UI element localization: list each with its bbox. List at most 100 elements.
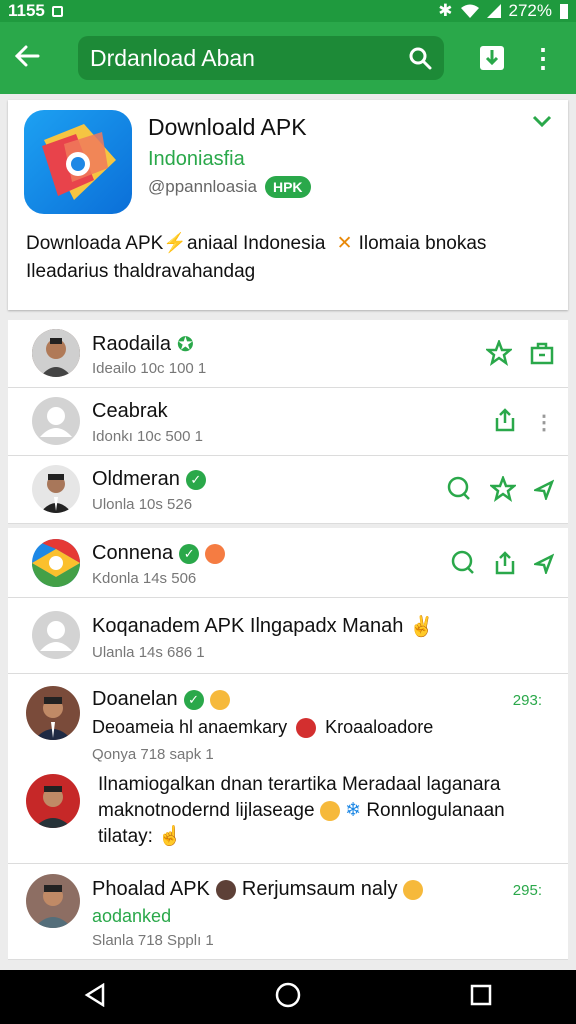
user-meta: Kdonla 14s 506: [92, 570, 197, 587]
app-developer: @ppannloasia HPK: [148, 176, 311, 198]
avatar: [32, 465, 80, 513]
share-icon[interactable]: [494, 408, 516, 437]
smile-emoji-icon: [205, 543, 226, 564]
hand-emoji-icon: ✌: [409, 616, 435, 638]
row-actions: [446, 474, 555, 507]
back-nav-icon[interactable]: [84, 982, 106, 1012]
desc-part-3: Ilomaia bnokas: [358, 233, 487, 254]
list-item[interactable]: Connena ✓ Kdonla 14s 506: [8, 528, 568, 598]
user-meta: Idonkı 10c 500 1: [92, 428, 203, 445]
surprised-emoji-icon: [215, 879, 236, 900]
comment-count: 295:: [512, 882, 542, 899]
app-title: Downloald APK: [148, 114, 307, 140]
verified-badge-icon: ✓: [183, 689, 204, 710]
comment-author: Phoalad APK Rerjumsaum naly: [92, 878, 424, 901]
avatar: [32, 611, 80, 659]
star-icon[interactable]: [484, 338, 514, 371]
list-item[interactable]: Koqanadem APK Ilngapadx Manah ✌ Ulanla 1…: [8, 598, 568, 674]
list-item[interactable]: Ceabrak Idonkı 10c 500 1 ⋮: [8, 388, 568, 456]
more-vert-icon[interactable]: ⋮: [534, 410, 554, 435]
verified-badge-icon: ✓: [179, 543, 200, 564]
avatar: [32, 329, 80, 377]
comment-body-line-3: tilatay:: [98, 826, 153, 847]
comment-meta: Slanla 718 Spplı 1: [92, 932, 214, 949]
avatar: [26, 774, 80, 828]
comment-body-line-2: maknotnodernd lijlaseage: [98, 800, 315, 821]
sparkle-icon: ⚡: [163, 233, 187, 254]
user-name-text: Ceabrak: [92, 400, 168, 422]
app-header-card: Downloald APK Indoniasfia @ppannloasia H…: [8, 100, 568, 310]
chevron-down-icon[interactable]: [532, 114, 552, 132]
back-arrow-icon[interactable]: [14, 41, 58, 75]
user-list: Raodaila ✪ Ideailo 10c 100 1 Ceabrak Ido…: [0, 320, 576, 960]
user-name: Koqanadem APK Ilngapadx Manah ✌: [92, 614, 434, 639]
app-badge: HPK: [264, 176, 311, 198]
hand-emoji-icon: ☝: [158, 826, 182, 847]
comment-line: Deoameia hl anaemkary Kroaaloadore: [92, 714, 548, 740]
user-name-text: Oldmeran: [92, 468, 180, 490]
user-meta: Ulonla 10s 526: [92, 496, 193, 513]
battery-icon: [560, 4, 568, 19]
verified-badge-icon: ✓: [185, 469, 206, 490]
search-input[interactable]: Drdanload Aban: [90, 45, 408, 72]
app-description: Downloada APK⚡aniaal Indonesia ✕ Ilomaia …: [26, 230, 552, 286]
more-vert-icon[interactable]: ⋮: [530, 45, 556, 71]
desc-part-2: aniaal Indonesia: [187, 233, 326, 254]
wifi-icon: [460, 4, 479, 18]
row-actions: ⋮: [494, 408, 554, 437]
row-actions: [450, 550, 555, 581]
user-name: Raodaila ✪: [92, 332, 194, 357]
user-meta: Ulanla 14s 686 1: [92, 644, 205, 661]
list-item[interactable]: Oldmeran ✓ Ulonla 10s 526: [8, 456, 568, 524]
ball-emoji-icon: [296, 718, 317, 739]
download-app-icon[interactable]: [472, 38, 512, 78]
comment-line-text: Deoameia hl anaemkary: [92, 717, 288, 737]
comment-body-line-1: Ilnamiogalkan dnan terartika Meradaal la…: [98, 774, 501, 795]
app-bar: Drdanload Aban ⋮: [0, 22, 576, 94]
search-bar[interactable]: Drdanload Aban: [78, 36, 444, 80]
star-icon[interactable]: [488, 474, 518, 507]
system-nav-bar: [0, 970, 576, 1024]
surprised-emoji-icon: [319, 800, 340, 821]
recents-nav-icon[interactable]: [470, 984, 492, 1011]
star-badge-icon: ✪: [176, 334, 194, 356]
share-icon[interactable]: [494, 551, 516, 580]
user-name-text: Koqanadem APK Ilngapadx Manah: [92, 615, 404, 637]
developer-name: @ppannloasia: [148, 177, 257, 196]
author-name: Doanelan: [92, 688, 178, 710]
comment-body-line-2-end: Ronnlogulanaan: [366, 800, 505, 821]
author-name: Phoalad APK: [92, 878, 210, 900]
notification-icon: [51, 5, 63, 17]
smile-emoji-icon: [209, 689, 230, 710]
user-name-text: Connena: [92, 542, 174, 564]
search-action-icon[interactable]: [450, 550, 476, 581]
status-bar: 1155 ✱ 272%: [0, 0, 576, 22]
app-logo[interactable]: [24, 110, 132, 214]
bluetooth-icon: ✱: [438, 1, 453, 20]
comment-body: Ilnamiogalkan dnan terartika Meradaal la…: [98, 772, 548, 850]
comment-meta: Qonya 718 sapk 1: [92, 746, 214, 763]
avatar: [32, 539, 80, 587]
comment-item[interactable]: Phoalad APK Rerjumsaum naly 295: aodanke…: [8, 864, 568, 960]
send-icon[interactable]: [531, 552, 555, 579]
list-item[interactable]: Raodaila ✪ Ideailo 10c 100 1: [8, 320, 568, 388]
battery-text: 272%: [508, 1, 552, 20]
comment-count: 293:: [512, 692, 542, 709]
comment-item[interactable]: Doanelan ✓ 293: Deoameia hl anaemkary Kr…: [8, 674, 568, 864]
avatar: [26, 686, 80, 740]
blue-emoji-icon: ❄: [345, 800, 362, 821]
search-action-icon[interactable]: [446, 476, 472, 507]
user-meta: Ideailo 10c 100 1: [92, 360, 207, 377]
avatar: [32, 397, 80, 445]
send-icon[interactable]: [531, 478, 555, 505]
app-subtitle: Indoniasfia: [148, 148, 245, 170]
home-nav-icon[interactable]: [275, 982, 301, 1013]
comment-author: Doanelan ✓: [92, 688, 230, 711]
bag-icon[interactable]: [530, 341, 554, 370]
comment-line-end: Kroaaloadore: [325, 717, 434, 737]
desc-part-1: Downloada APK: [26, 233, 164, 254]
comment-tag: aodanked: [92, 906, 172, 926]
author-name-end: Rerjumsaum naly: [241, 878, 398, 900]
user-name: Ceabrak: [92, 400, 168, 423]
search-icon[interactable]: [408, 46, 432, 70]
